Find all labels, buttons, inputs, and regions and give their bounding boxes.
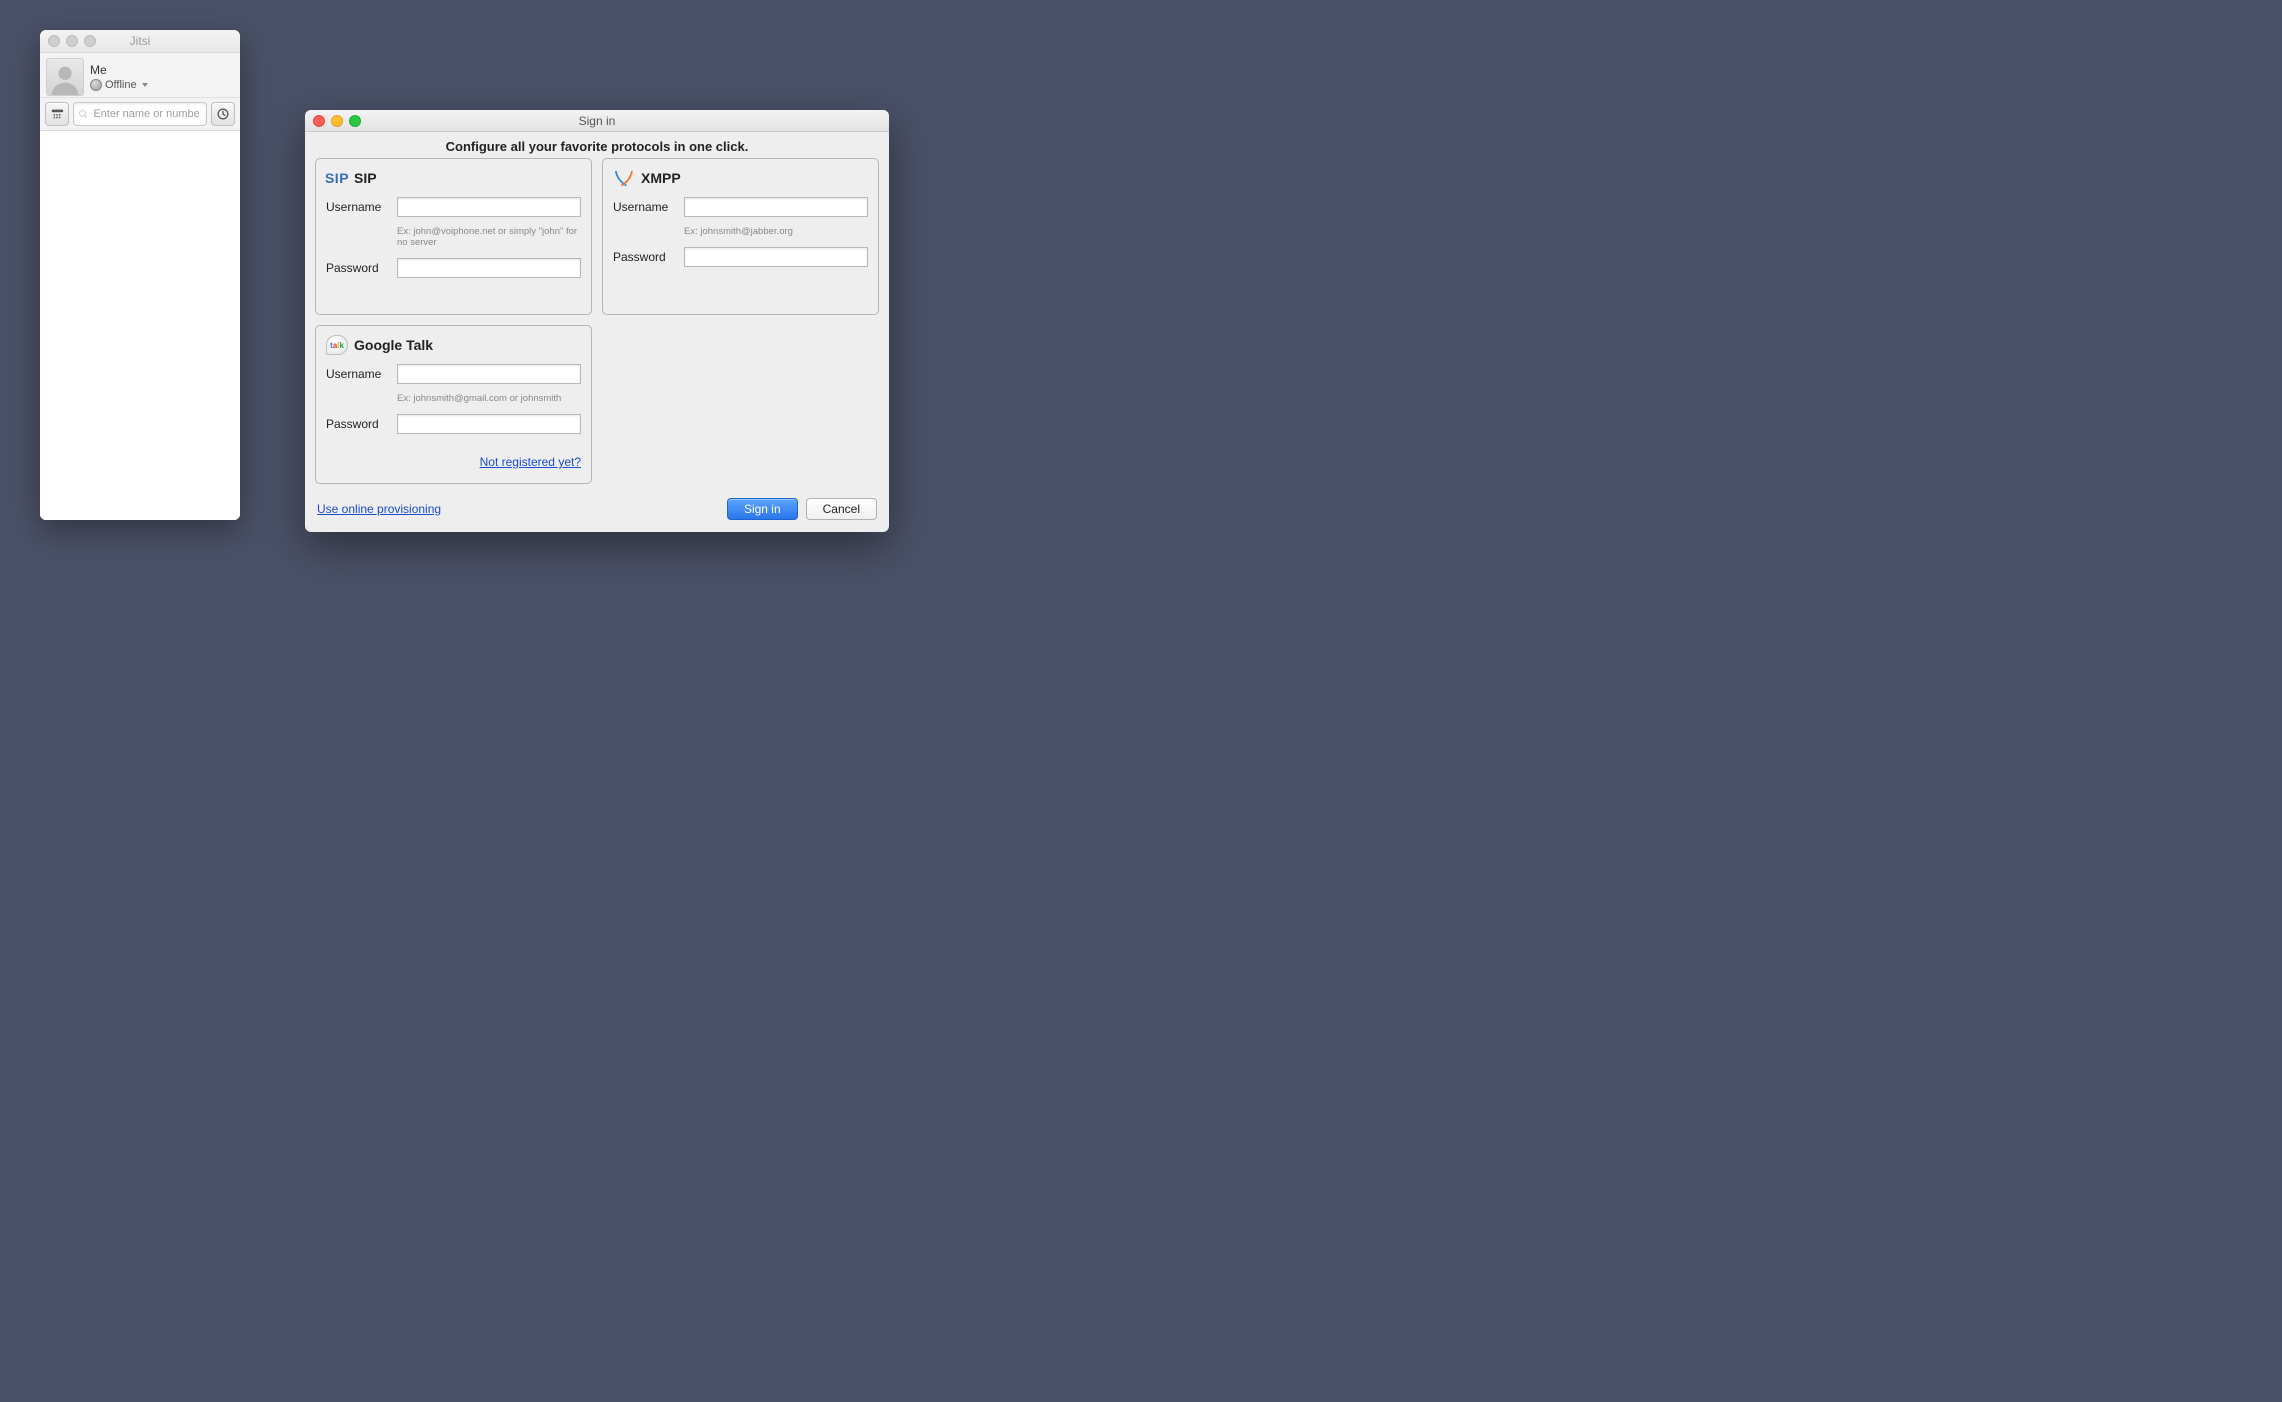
clock-icon (216, 107, 230, 121)
xmpp-panel-header: XMPP (613, 169, 868, 187)
sip-title: SIP (354, 170, 377, 186)
presence-status-selector[interactable]: Offline (90, 79, 148, 91)
dialpad-icon (50, 107, 64, 121)
signin-heading: Configure all your favorite protocols in… (305, 132, 889, 158)
xmpp-password-input[interactable] (684, 247, 868, 267)
provisioning-link[interactable]: Use online provisioning (317, 502, 441, 516)
user-name[interactable]: Me (90, 63, 148, 77)
avatar-placeholder-icon (48, 61, 82, 95)
gtalk-username-hint-row: Ex: johnsmith@gmail.com or johnsmith (326, 390, 581, 408)
minimize-icon[interactable] (331, 115, 343, 127)
sip-password-input[interactable] (397, 258, 581, 278)
jitsi-main-window: Jitsi Me Offline (40, 30, 240, 520)
sip-logo-icon: SIP (326, 169, 348, 187)
signin-traffic-lights (305, 115, 361, 127)
gtalk-username-label: Username (326, 367, 391, 381)
protocol-panels: SIP SIP Username Ex: john@voiphone.net o… (305, 158, 889, 484)
xmpp-username-label: Username (613, 200, 678, 214)
gtalk-panel: talk Google Talk Username Ex: johnsmith@… (315, 325, 592, 484)
chevron-down-icon (142, 83, 148, 87)
cancel-button[interactable]: Cancel (806, 498, 877, 520)
sip-password-row: Password (326, 258, 581, 278)
xmpp-username-input[interactable] (684, 197, 868, 217)
xmpp-password-label: Password (613, 250, 678, 264)
user-block: Me Offline (90, 63, 148, 91)
xmpp-username-hint-row: Ex: johnsmith@jabber.org (613, 223, 868, 241)
main-traffic-lights (40, 35, 96, 47)
dialpad-button[interactable] (45, 102, 69, 126)
sip-password-label: Password (326, 261, 391, 275)
gtalk-title: Google Talk (354, 337, 433, 353)
main-toolbar (40, 98, 240, 131)
close-icon[interactable] (313, 115, 325, 127)
signin-title: Sign in (305, 114, 889, 128)
gtalk-logo-icon: talk (326, 336, 348, 354)
sip-username-label: Username (326, 200, 391, 214)
gtalk-username-input[interactable] (397, 364, 581, 384)
search-icon (78, 108, 88, 120)
avatar[interactable] (46, 58, 84, 96)
sip-username-input[interactable] (397, 197, 581, 217)
gtalk-username-hint: Ex: johnsmith@gmail.com or johnsmith (397, 393, 581, 404)
main-header: Me Offline (40, 53, 240, 98)
cancel-button-label: Cancel (823, 502, 860, 516)
gtalk-password-label: Password (326, 417, 391, 431)
minimize-icon[interactable] (66, 35, 78, 47)
sip-username-row: Username (326, 197, 581, 217)
signin-button[interactable]: Sign in (727, 498, 798, 520)
sip-panel: SIP SIP Username Ex: john@voiphone.net o… (315, 158, 592, 315)
gtalk-username-row: Username (326, 364, 581, 384)
zoom-icon[interactable] (84, 35, 96, 47)
gtalk-register-link[interactable]: Not registered yet? (480, 455, 581, 469)
sip-panel-header: SIP SIP (326, 169, 581, 187)
xmpp-title: XMPP (641, 170, 681, 186)
xmpp-panel: XMPP Username Ex: johnsmith@jabber.org P… (602, 158, 879, 315)
search-input[interactable] (91, 107, 202, 121)
signin-bottom-row: Use online provisioning Sign in Cancel (305, 484, 889, 532)
main-titlebar[interactable]: Jitsi (40, 30, 240, 53)
gtalk-panel-header: talk Google Talk (326, 336, 581, 354)
xmpp-password-row: Password (613, 247, 868, 267)
signin-titlebar[interactable]: Sign in (305, 110, 889, 132)
zoom-icon[interactable] (349, 115, 361, 127)
sip-username-hint-row: Ex: john@voiphone.net or simply "john" f… (326, 223, 581, 252)
signin-button-label: Sign in (744, 502, 781, 516)
sip-username-hint: Ex: john@voiphone.net or simply "john" f… (397, 226, 581, 248)
history-button[interactable] (211, 102, 235, 126)
status-dot-icon (90, 79, 102, 91)
gtalk-password-row: Password (326, 414, 581, 434)
search-field-wrapper[interactable] (73, 102, 207, 126)
xmpp-logo-icon (613, 169, 635, 187)
close-icon[interactable] (48, 35, 60, 47)
status-label: Offline (105, 79, 137, 91)
xmpp-username-row: Username (613, 197, 868, 217)
xmpp-username-hint: Ex: johnsmith@jabber.org (684, 226, 868, 237)
gtalk-password-input[interactable] (397, 414, 581, 434)
signin-dialog: Sign in Configure all your favorite prot… (305, 110, 889, 532)
contact-list-area (40, 131, 240, 520)
